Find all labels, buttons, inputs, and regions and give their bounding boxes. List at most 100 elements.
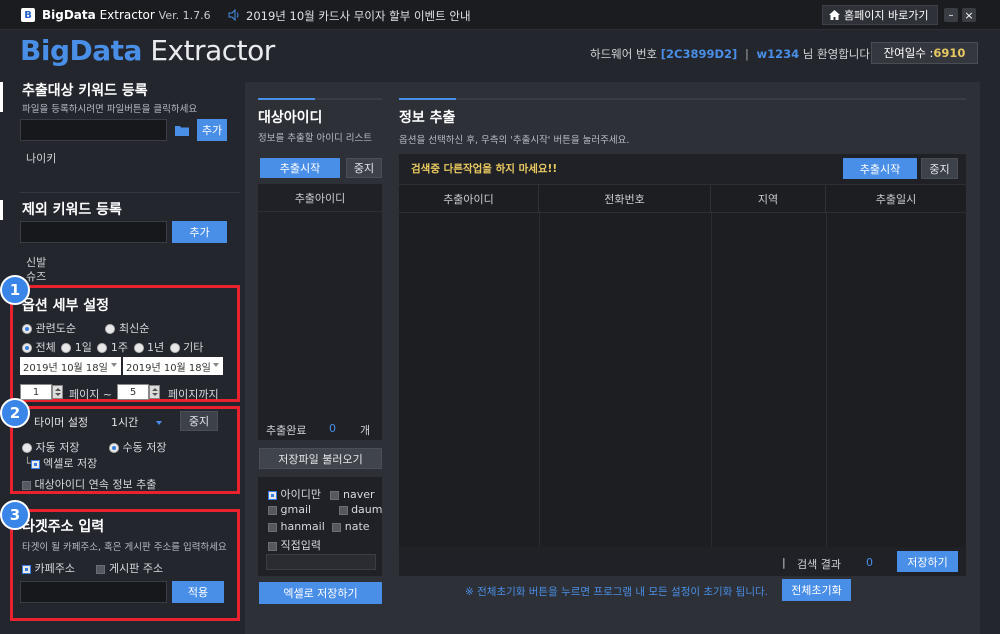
col-header-phone[interactable]: 전화번호 <box>539 185 711 213</box>
period-1y-radio[interactable] <box>133 343 144 353</box>
right-tab-line <box>399 98 966 100</box>
filter-row-4: 직접입력 <box>268 537 321 553</box>
brand-logo: BigData Extractor <box>20 34 275 67</box>
col-divider <box>711 213 712 547</box>
right-tab-accent <box>399 98 456 100</box>
option-section-title: 옵션 세부 설정 <box>22 298 110 314</box>
target-url-input[interactable] <box>20 581 167 603</box>
sort-relevance-radio[interactable] <box>22 324 32 334</box>
period-options: 전체 1일 1주 1년 기타 <box>22 339 203 355</box>
date-from-select[interactable]: 2019년 10월 18일 <box>20 357 121 375</box>
naver-checkbox[interactable] <box>330 490 340 500</box>
save-manual-radio[interactable] <box>108 443 119 453</box>
target-cafe-checkbox[interactable] <box>22 564 31 574</box>
date-to-select[interactable]: 2019년 10월 18일 <box>123 357 223 375</box>
stepper-arrows-icon[interactable] <box>149 385 160 399</box>
exclude-section-title: 제외 키워드 등록 <box>22 202 122 218</box>
direct-input-field[interactable] <box>266 554 376 570</box>
notice-text[interactable]: 2019년 10월 카드사 무이자 할부 이벤트 안내 <box>246 8 471 24</box>
left-divider <box>20 192 240 193</box>
period-1d-radio[interactable] <box>61 343 72 353</box>
keyword-item[interactable]: 나이키 <box>26 150 56 166</box>
direct-input-checkbox[interactable] <box>268 541 277 551</box>
page-to-stepper[interactable]: 5 <box>117 384 160 400</box>
right-save-button[interactable]: 저장하기 <box>897 551 958 572</box>
exclude-item[interactable]: 슈즈 <box>26 268 46 284</box>
keyword-section-title: 추출대상 키워드 등록 <box>22 83 148 99</box>
left-accent-bar <box>0 82 3 112</box>
reset-all-button[interactable]: 전체초기화 <box>782 579 851 601</box>
continuous-option: 대상아이디 연속 정보 추출 <box>22 476 156 492</box>
period-1w-radio[interactable] <box>97 343 108 353</box>
minimize-button[interactable]: – <box>944 8 958 22</box>
nate-checkbox[interactable] <box>332 522 342 532</box>
app-title: BigData Extractor Ver. 1.7.6 <box>42 8 211 22</box>
period-all-radio[interactable] <box>22 343 32 353</box>
done-unit: 개 <box>360 424 371 437</box>
folder-icon <box>175 125 189 136</box>
right-stop-button[interactable]: 중지 <box>921 158 958 179</box>
result-count: 0 <box>866 556 873 569</box>
target-section-title: 타겟주소 입력 <box>22 519 105 535</box>
sort-latest-radio[interactable] <box>105 324 116 334</box>
step-badge-3: 3 <box>0 500 30 530</box>
remaining-days-badge: 잔여일수 :6910 <box>871 42 978 64</box>
col-header-region[interactable]: 지역 <box>711 185 826 213</box>
step-badge-1: 1 <box>0 275 30 305</box>
step-badge-2: 2 <box>0 398 30 428</box>
save-mode-options: 자동 저장 수동 저장 <box>22 439 166 455</box>
left-accent-bar-2 <box>0 200 3 220</box>
middle-title: 대상아이디 <box>258 110 323 126</box>
middle-col-header: 추출아이디 <box>258 184 382 212</box>
chevron-down-icon <box>213 363 219 367</box>
chevron-down-icon <box>111 363 117 367</box>
col-header-id[interactable]: 추출아이디 <box>399 185 539 213</box>
target-board-checkbox[interactable] <box>96 564 106 574</box>
page-until-label: 페이지까지 <box>168 388 219 401</box>
timer-select[interactable]: 1시간 <box>111 414 162 430</box>
target-type-options: 카페주소 게시판 주소 <box>22 560 163 576</box>
right-start-button[interactable]: 추출시작 <box>843 158 917 179</box>
exclude-input[interactable] <box>20 221 167 243</box>
middle-start-button[interactable]: 추출시작 <box>260 158 340 178</box>
right-subtitle: 옵션을 선택하신 후, 우측의 '추출시작' 버튼을 눌러주세요. <box>399 135 630 146</box>
period-other-radio[interactable] <box>169 343 180 353</box>
save-excel-checkbox[interactable] <box>30 459 40 469</box>
daum-checkbox[interactable] <box>338 505 348 515</box>
done-count: 0 <box>329 422 336 435</box>
keyword-hint: 파일을 등록하시려면 파일버튼을 클릭하세요 <box>22 104 198 115</box>
user-info: 하드웨어 번호 [2C3899D2] | w1234 님 환영합니다! <box>590 47 875 61</box>
middle-tab-accent <box>258 98 315 100</box>
exclude-add-button[interactable]: 추가 <box>172 221 227 243</box>
home-icon <box>829 10 840 20</box>
timer-label: 타이머 설정 <box>34 416 89 429</box>
filter-row-1: 아이디만 naver <box>268 486 375 502</box>
close-button[interactable]: × <box>962 8 976 22</box>
gmail-checkbox[interactable] <box>268 505 277 515</box>
middle-subtitle: 정보를 추출할 아이디 리스트 <box>258 133 372 144</box>
keyword-add-button[interactable]: 추가 <box>197 119 227 141</box>
save-excel-button[interactable]: 엑셀로 저장하기 <box>259 582 382 604</box>
result-table: 추출아이디 전화번호 지역 추출일시 <box>399 184 966 547</box>
stepper-arrows-icon[interactable] <box>52 385 63 399</box>
middle-id-list[interactable]: 추출아이디 <box>258 184 382 440</box>
filter-row-3: hanmail nate <box>268 520 370 533</box>
keyword-input[interactable] <box>20 119 167 141</box>
done-label: 추출완료 <box>266 424 307 437</box>
page-from-stepper[interactable]: 1 <box>20 384 63 400</box>
save-auto-radio[interactable] <box>22 443 32 453</box>
continuous-checkbox[interactable] <box>22 480 31 490</box>
target-hint: 타겟이 될 카페주소, 혹은 게시판 주소를 입력하세요 <box>22 542 227 553</box>
load-file-button[interactable]: 저장파일 불러오기 <box>259 448 382 469</box>
hanmail-checkbox[interactable] <box>268 522 277 532</box>
col-header-date[interactable]: 추출일시 <box>826 185 966 213</box>
folder-button[interactable] <box>172 121 192 139</box>
filter-row-2: gmail daum <box>268 503 382 516</box>
target-apply-button[interactable]: 적용 <box>172 581 224 603</box>
homepage-button[interactable]: 홈페이지 바로가기 <box>822 5 938 25</box>
id-only-checkbox[interactable] <box>268 490 277 500</box>
sort-options: 관련도순 최신순 <box>22 320 149 336</box>
timer-stop-button[interactable]: 중지 <box>180 411 218 431</box>
save-excel-option: └ 엑셀로 저장 <box>24 457 98 470</box>
middle-stop-button[interactable]: 중지 <box>346 158 382 178</box>
